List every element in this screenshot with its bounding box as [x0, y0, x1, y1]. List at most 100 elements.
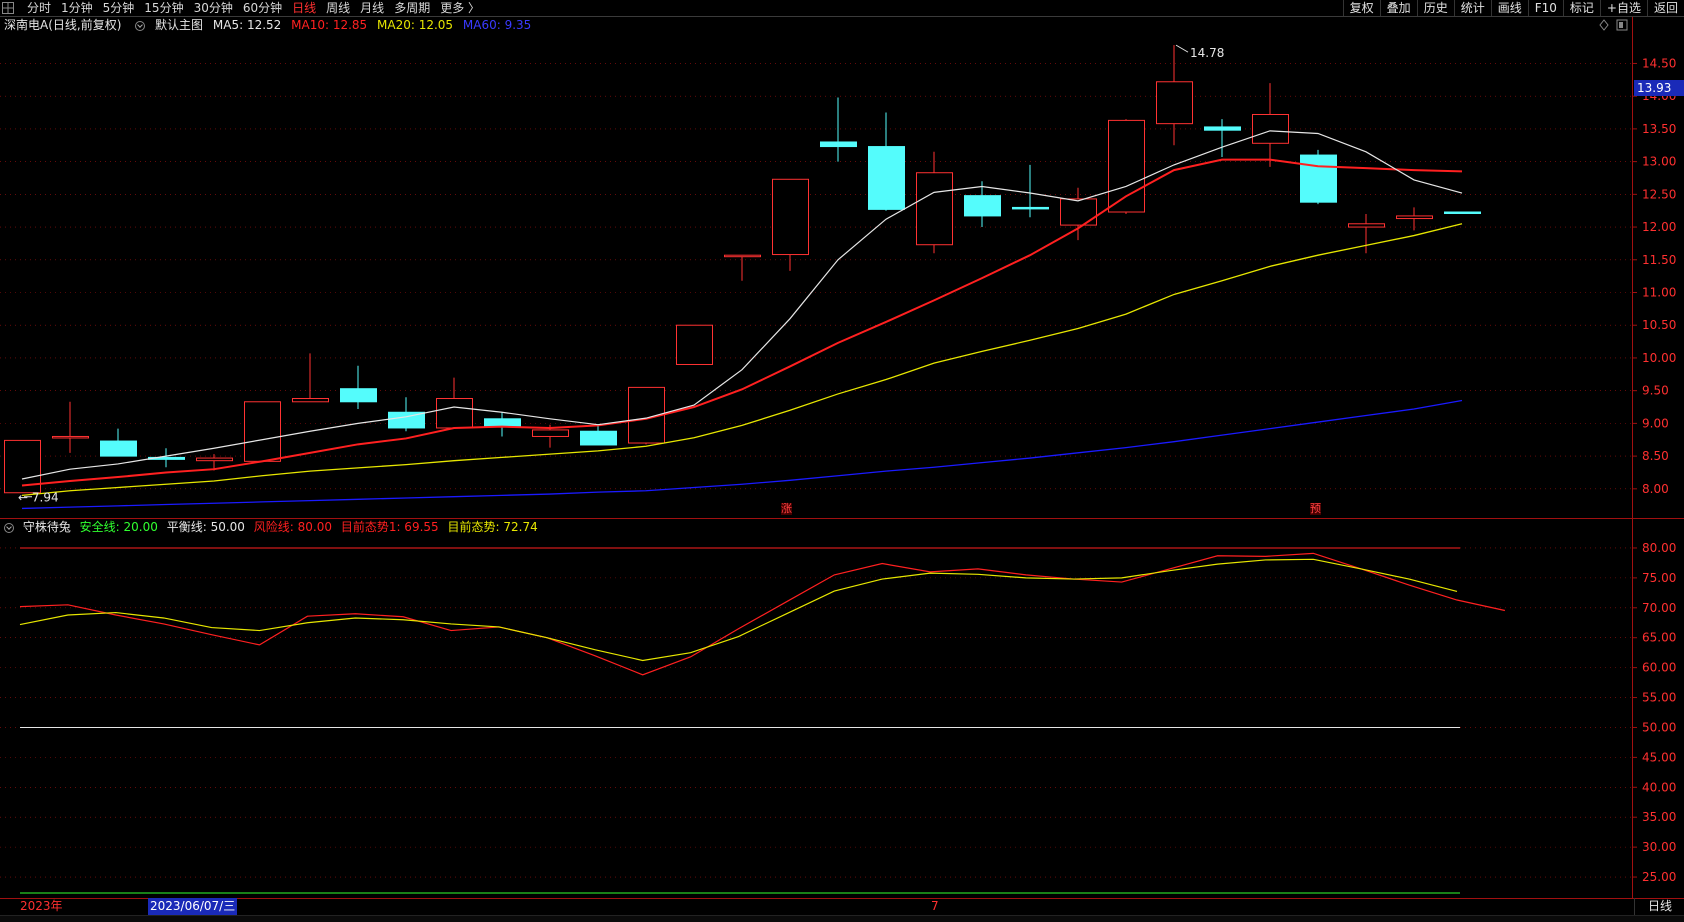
candle: [292, 353, 329, 403]
ma20-value: MA20: 12.05: [377, 18, 454, 32]
candle-body: [1444, 211, 1481, 215]
ma10-value: MA10: 12.85: [291, 18, 368, 32]
candle-body: [436, 398, 473, 429]
price-tick-label: 13.00: [1642, 155, 1676, 169]
trend1-line: [19, 552, 1506, 676]
candle-body: [532, 429, 569, 437]
period-tab-4[interactable]: 30分钟: [189, 0, 238, 16]
indicator-tick-label: 35.00: [1642, 810, 1676, 824]
period-tab-7[interactable]: 周线: [321, 0, 355, 16]
marker-zhang[interactable]: 涨: [781, 503, 792, 515]
candle-body: [1012, 206, 1049, 210]
candle-body: [52, 435, 89, 439]
tool-button-6[interactable]: 标记: [1562, 0, 1600, 16]
ma60-value: MA60: 9.35: [462, 18, 532, 32]
candle: [1108, 119, 1145, 214]
tool-button-1[interactable]: 叠加: [1379, 0, 1417, 16]
candle: [1204, 119, 1241, 158]
tool-button-0[interactable]: 复权: [1342, 0, 1380, 16]
candle: [868, 112, 905, 211]
period-tab-0[interactable]: 分时: [22, 0, 56, 16]
period-tab-5[interactable]: 60分钟: [238, 0, 287, 16]
tool-button-4[interactable]: 画线: [1490, 0, 1528, 16]
candle: [100, 428, 137, 457]
tool-button-3[interactable]: 统计: [1453, 0, 1491, 16]
price-tick-label: 10.00: [1642, 351, 1676, 365]
indicator-expand-icon[interactable]: [4, 523, 14, 533]
candle-body: [964, 195, 1001, 217]
period-tab-9[interactable]: 多周期: [389, 0, 435, 16]
candle-body: [724, 254, 761, 258]
tool-button-8[interactable]: 返回: [1646, 0, 1684, 16]
period-tab-8[interactable]: 月线: [355, 0, 389, 16]
candle-body: [628, 386, 665, 444]
grid-menu-icon[interactable]: [2, 2, 14, 14]
candle: [148, 448, 185, 468]
candle-body: [1060, 198, 1097, 226]
indicator-tick-label: 60.00: [1642, 661, 1676, 675]
candle: [724, 254, 761, 281]
month-mark: 7: [931, 899, 939, 913]
restore-icon[interactable]: [1616, 19, 1628, 31]
candle: [676, 324, 713, 365]
period-tab-3[interactable]: 15分钟: [139, 0, 188, 16]
trend-value: 目前态势: 72.74: [447, 520, 538, 534]
price-tick-label: 12.50: [1642, 187, 1676, 201]
period-tab-2[interactable]: 5分钟: [98, 0, 140, 16]
kline-chart[interactable]: 14.5014.0013.5013.0012.5012.0011.5011.00…: [0, 0, 1684, 921]
indicator-tick-label: 30.00: [1642, 840, 1676, 854]
candle-body: [820, 141, 857, 148]
current-price-tag: 13.93: [1634, 80, 1684, 96]
ma60-line: [21, 399, 1463, 510]
candle: [1156, 45, 1193, 146]
indicator-gridlines: [0, 547, 1632, 894]
candle: [1396, 207, 1433, 231]
low-label: ← 7.94: [18, 491, 59, 505]
cursor-date: 2023/06/07/三: [148, 898, 238, 915]
candle-body: [4, 439, 41, 494]
trend-line: [19, 558, 1458, 662]
candle-body: [868, 146, 905, 210]
period-tab-6[interactable]: 日线: [287, 0, 321, 16]
candle: [1060, 187, 1097, 241]
marker-yu[interactable]: 预: [1310, 503, 1321, 515]
tool-button-2[interactable]: 历史: [1416, 0, 1454, 16]
price-tick-label: 11.50: [1642, 253, 1676, 267]
price-tick-label: 14.50: [1642, 56, 1676, 70]
indicator-tick-label: 75.00: [1642, 571, 1676, 585]
period-tab-1[interactable]: 1分钟: [56, 0, 98, 16]
tool-button-7[interactable]: +自选: [1599, 0, 1647, 16]
candle-body: [100, 440, 137, 457]
price-tick-label: 13.50: [1642, 122, 1676, 136]
candle-body: [1348, 223, 1385, 228]
candle: [340, 365, 377, 409]
indicator-tick-label: 40.00: [1642, 780, 1676, 794]
candle-body: [1396, 215, 1433, 220]
tool-button-5[interactable]: F10: [1527, 0, 1563, 16]
high-label: 14.78: [1190, 46, 1224, 60]
candle: [196, 454, 233, 471]
candle: [1012, 164, 1049, 218]
template-name[interactable]: 默认主图: [155, 18, 203, 32]
price-tick-label: 10.50: [1642, 318, 1676, 332]
candle: [1348, 213, 1385, 254]
candle-body: [1204, 126, 1241, 131]
candle: [1252, 83, 1289, 167]
main-gridlines: [0, 63, 1632, 490]
price-tick-label: 9.50: [1642, 384, 1669, 398]
expand-icon[interactable]: [135, 21, 146, 31]
candle: [1300, 149, 1337, 205]
diamond-icon[interactable]: [1599, 19, 1609, 31]
stock-title[interactable]: 深南电A(日线,前复权): [4, 18, 121, 32]
candle: [964, 181, 1001, 228]
trend1-value: 目前态势1: 69.55: [340, 520, 439, 534]
period-label[interactable]: 日线: [1634, 898, 1684, 915]
ma5-line: [21, 130, 1463, 480]
candle-body: [484, 418, 521, 428]
period-tab-10[interactable]: 更多 〉: [435, 0, 485, 16]
candle: [388, 397, 425, 432]
candle-body: [676, 324, 713, 365]
indicator-name[interactable]: 守株待兔: [23, 520, 71, 534]
candle: [52, 401, 89, 453]
candle-body: [1156, 81, 1193, 125]
